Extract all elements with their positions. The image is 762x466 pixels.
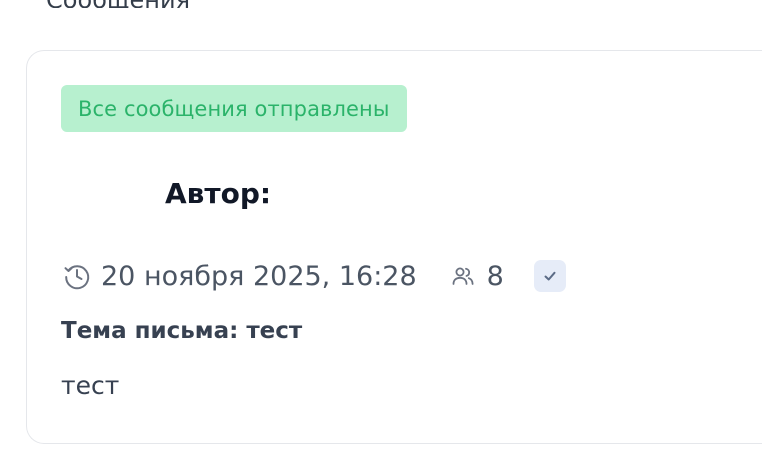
people-icon	[452, 267, 474, 285]
history-clock-icon	[64, 265, 90, 290]
message-body: тест	[61, 371, 120, 400]
delivered-check-badge	[533, 260, 566, 292]
author-label: Автор:	[165, 177, 272, 210]
section-heading-partial: Сообщения	[46, 0, 190, 8]
message-card[interactable]: Все сообщения отправлены Автор: 20 ноябр…	[26, 50, 762, 444]
recipients-count: 8	[486, 260, 504, 292]
message-meta-row: 20 ноября 2025, 16:28 8	[61, 256, 566, 296]
checkmark-icon	[544, 271, 556, 281]
message-date: 20 ноября 2025, 16:28	[101, 260, 417, 292]
email-subject: Тема письма: тест	[61, 318, 303, 344]
status-badge: Все сообщения отправлены	[61, 85, 407, 132]
